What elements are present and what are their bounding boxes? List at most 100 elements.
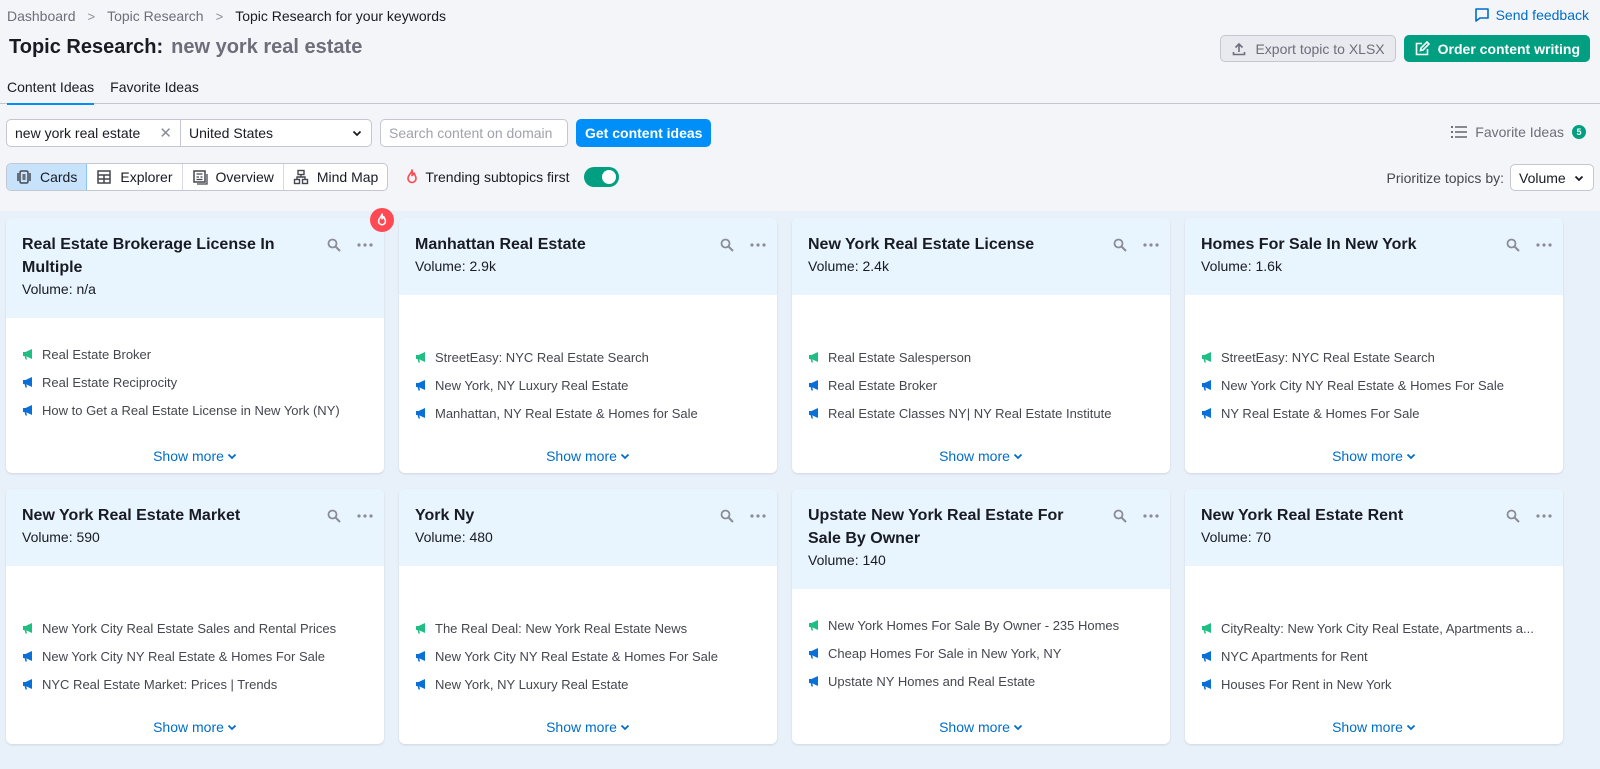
headline-item[interactable]: Manhattan, NY Real Estate & Homes for Sa… bbox=[415, 399, 761, 427]
breadcrumb: Dashboard > Topic Research > Topic Resea… bbox=[7, 8, 446, 24]
topic-card[interactable]: York Ny Volume: 480 The Real Deal: New Y… bbox=[399, 489, 777, 744]
export-xlsx-button[interactable]: Export topic to XLSX bbox=[1220, 35, 1396, 62]
more-options-icon[interactable] bbox=[357, 243, 373, 247]
domain-search-input[interactable]: Search content on domain bbox=[380, 119, 568, 147]
prioritize-select[interactable]: Volume bbox=[1510, 164, 1594, 191]
megaphone-icon bbox=[23, 405, 32, 416]
favorite-ideas-button[interactable]: Favorite Ideas 5 bbox=[1451, 124, 1586, 140]
view-cards[interactable]: Cards bbox=[7, 164, 88, 190]
card-volume: Volume: 2.4k bbox=[808, 258, 889, 274]
view-overview-label: Overview bbox=[215, 169, 274, 185]
headline-item[interactable]: Houses For Rent in New York bbox=[1201, 670, 1547, 698]
more-options-icon[interactable] bbox=[1143, 514, 1159, 518]
topic-card[interactable]: New York Real Estate License Volume: 2.4… bbox=[792, 218, 1170, 473]
trending-badge bbox=[370, 208, 394, 232]
more-options-icon[interactable] bbox=[1536, 514, 1552, 518]
headline-item[interactable]: New York, NY Luxury Real Estate bbox=[415, 670, 761, 698]
search-icon[interactable] bbox=[1506, 509, 1520, 523]
headline-item[interactable]: New York, NY Luxury Real Estate bbox=[415, 371, 761, 399]
prioritize-control: Prioritize topics by: Volume bbox=[1387, 164, 1594, 191]
megaphone-icon bbox=[809, 408, 818, 419]
search-icon[interactable] bbox=[1113, 238, 1127, 252]
tab-content-ideas[interactable]: Content Ideas bbox=[7, 78, 95, 105]
show-more-button[interactable]: Show more bbox=[399, 719, 777, 735]
headline-text: Real Estate Broker bbox=[42, 346, 152, 362]
more-options-icon[interactable] bbox=[750, 514, 766, 518]
headline-item[interactable]: New York Homes For Sale By Owner - 235 H… bbox=[808, 611, 1154, 639]
topic-card[interactable]: Upstate New York Real Estate For Sale By… bbox=[792, 489, 1170, 744]
headline-text: Real Estate Salesperson bbox=[828, 349, 972, 365]
show-more-label: Show more bbox=[939, 719, 1010, 735]
headline-text: New York City NY Real Estate & Homes For… bbox=[1221, 377, 1504, 393]
headline-item[interactable]: New York City Real Estate Sales and Rent… bbox=[22, 614, 368, 642]
order-content-writing-button[interactable]: Order content writing bbox=[1403, 35, 1590, 62]
get-content-ideas-button[interactable]: Get content ideas bbox=[576, 119, 712, 147]
topic-card[interactable]: Real Estate Brokerage License In Multipl… bbox=[6, 208, 394, 473]
chevron-down-icon bbox=[1406, 453, 1416, 460]
show-more-label: Show more bbox=[546, 448, 617, 464]
headline-item[interactable]: New York City NY Real Estate & Homes For… bbox=[415, 642, 761, 670]
megaphone-icon bbox=[23, 349, 32, 360]
show-more-button[interactable]: Show more bbox=[792, 448, 1170, 464]
megaphone-icon bbox=[809, 352, 818, 363]
headline-item[interactable]: NYC Real Estate Market: Prices | Trends bbox=[22, 670, 368, 698]
card-header: New York Real Estate Market Volume: 590 bbox=[6, 489, 384, 566]
headline-item[interactable]: Real Estate Salesperson bbox=[808, 343, 1154, 371]
megaphone-icon bbox=[23, 623, 32, 634]
headline-item[interactable]: Cheap Homes For Sale in New York, NY bbox=[808, 639, 1154, 667]
page-title-label: Topic Research: bbox=[9, 36, 164, 58]
megaphone-icon bbox=[416, 352, 425, 363]
send-feedback-link[interactable]: Send feedback bbox=[1474, 7, 1589, 23]
country-select[interactable]: United States bbox=[181, 120, 371, 146]
show-more-button[interactable]: Show more bbox=[6, 448, 384, 464]
show-more-button[interactable]: Show more bbox=[399, 448, 777, 464]
headline-item[interactable]: New York City NY Real Estate & Homes For… bbox=[1201, 371, 1547, 399]
headline-item[interactable]: Real Estate Classes NY| NY Real Estate I… bbox=[808, 399, 1154, 427]
more-options-icon[interactable] bbox=[357, 514, 373, 518]
view-explorer[interactable]: Explorer bbox=[87, 164, 183, 190]
search-icon[interactable] bbox=[720, 509, 734, 523]
tab-favorite-ideas[interactable]: Favorite Ideas bbox=[110, 78, 199, 104]
breadcrumb-topic-research[interactable]: Topic Research bbox=[107, 8, 204, 24]
card-volume: Volume: 480 bbox=[415, 529, 493, 545]
headline-item[interactable]: Real Estate Broker bbox=[22, 340, 368, 368]
keyword-country-group: new york real estate ✕ United States bbox=[6, 119, 372, 147]
more-options-icon[interactable] bbox=[750, 243, 766, 247]
headline-item[interactable]: CityRealty: New York City Real Estate, A… bbox=[1201, 614, 1547, 642]
headline-item[interactable]: NY Real Estate & Homes For Sale bbox=[1201, 399, 1547, 427]
breadcrumb-dashboard[interactable]: Dashboard bbox=[7, 8, 76, 24]
headline-item[interactable]: Real Estate Reciprocity bbox=[22, 368, 368, 396]
show-more-button[interactable]: Show more bbox=[1185, 448, 1563, 464]
show-more-button[interactable]: Show more bbox=[1185, 719, 1563, 735]
headline-item[interactable]: StreetEasy: NYC Real Estate Search bbox=[415, 343, 761, 371]
search-icon[interactable] bbox=[327, 509, 341, 523]
headline-item[interactable]: NYC Apartments for Rent bbox=[1201, 642, 1547, 670]
keyword-input[interactable]: new york real estate ✕ bbox=[7, 120, 181, 146]
search-icon[interactable] bbox=[1506, 238, 1520, 252]
topic-card[interactable]: New York Real Estate Market Volume: 590 … bbox=[6, 489, 384, 744]
headline-item[interactable]: How to Get a Real Estate License in New … bbox=[22, 396, 368, 424]
headline-item[interactable]: Upstate NY Homes and Real Estate bbox=[808, 667, 1154, 695]
topic-card[interactable]: Manhattan Real Estate Volume: 2.9k Stree… bbox=[399, 218, 777, 473]
show-more-button[interactable]: Show more bbox=[6, 719, 384, 735]
more-options-icon[interactable] bbox=[1143, 243, 1159, 247]
chevron-down-icon bbox=[1013, 453, 1023, 460]
topic-card[interactable]: Homes For Sale In New York Volume: 1.6k … bbox=[1185, 218, 1563, 473]
clear-icon[interactable]: ✕ bbox=[159, 124, 172, 142]
headline-item[interactable]: The Real Deal: New York Real Estate News bbox=[415, 614, 761, 642]
topic-card[interactable]: New York Real Estate Rent Volume: 70 Cit… bbox=[1185, 489, 1563, 744]
headline-item[interactable]: New York City NY Real Estate & Homes For… bbox=[22, 642, 368, 670]
feedback-icon bbox=[1474, 8, 1489, 22]
chevron-right-icon: > bbox=[215, 8, 224, 24]
card-header: New York Real Estate License Volume: 2.4… bbox=[792, 218, 1170, 295]
trending-toggle[interactable] bbox=[583, 167, 619, 187]
headline-item[interactable]: Real Estate Broker bbox=[808, 371, 1154, 399]
view-mind-map[interactable]: Mind Map bbox=[284, 164, 387, 190]
search-icon[interactable] bbox=[1113, 509, 1127, 523]
view-overview[interactable]: Overview bbox=[183, 164, 284, 190]
show-more-button[interactable]: Show more bbox=[792, 719, 1170, 735]
search-icon[interactable] bbox=[327, 238, 341, 252]
more-options-icon[interactable] bbox=[1536, 243, 1552, 247]
search-icon[interactable] bbox=[720, 238, 734, 252]
headline-item[interactable]: StreetEasy: NYC Real Estate Search bbox=[1201, 343, 1547, 371]
